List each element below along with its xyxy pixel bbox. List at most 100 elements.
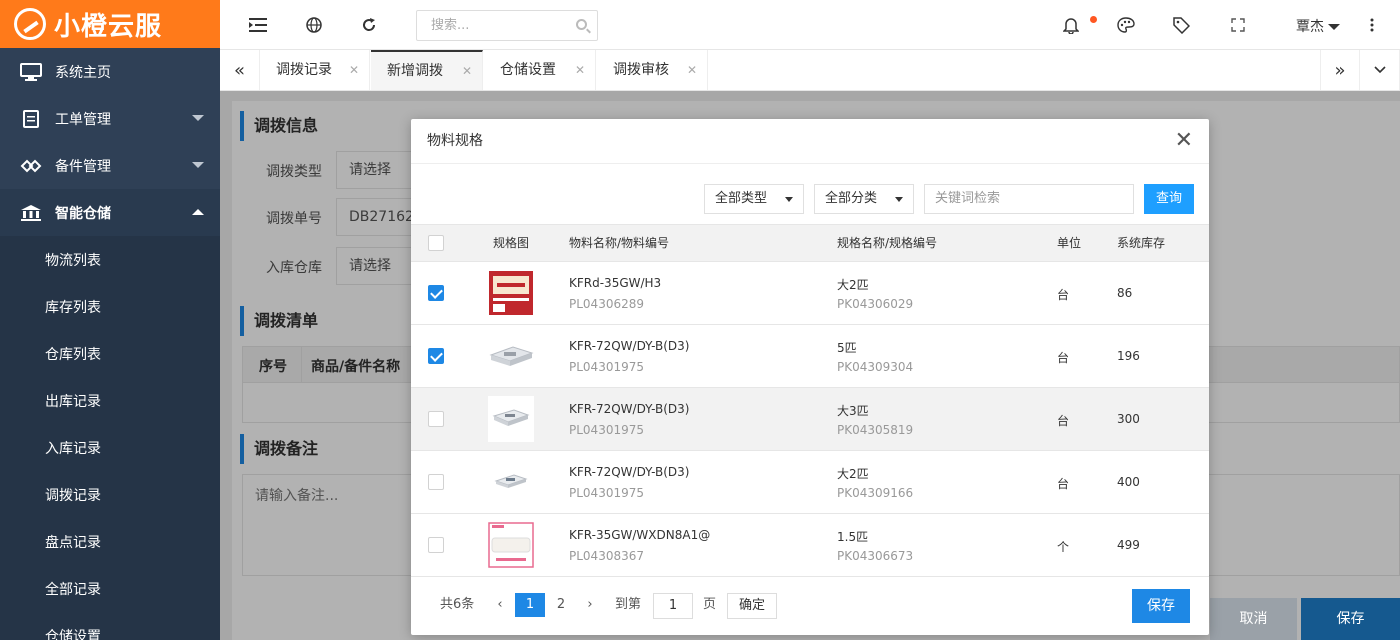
- product-image: [488, 270, 534, 316]
- subnav-item[interactable]: 调拨记录: [0, 471, 220, 518]
- sidebar: 小橙云服 系统主页 工单管理 备件管理 智能仓储 物流列表 库存列表 仓库列表 …: [0, 0, 220, 640]
- page-button[interactable]: 1: [515, 593, 545, 617]
- select-all-checkbox[interactable]: [428, 235, 444, 251]
- tab-label: 仓储设置: [500, 62, 556, 78]
- sidebar-item-label: 智能仓储: [55, 205, 111, 222]
- product-image: [488, 459, 534, 505]
- palette-icon[interactable]: [1117, 16, 1135, 34]
- row-checkbox[interactable]: [428, 285, 444, 301]
- spec-code: PK04309304: [837, 360, 914, 374]
- product-image: [488, 396, 534, 442]
- tab-new-transfer[interactable]: 新增调拨 ✕: [371, 50, 483, 90]
- subnav-item[interactable]: 仓储设置: [0, 612, 220, 640]
- spec-name: 大2匹: [837, 467, 869, 481]
- tab-scroll-left-icon[interactable]: «: [220, 50, 260, 90]
- material-code: PL04301975: [569, 360, 644, 374]
- sidebar-item-label: 系统主页: [55, 64, 111, 81]
- more-vertical-icon[interactable]: [1363, 16, 1381, 34]
- keyword-search-input[interactable]: 关键词检索: [924, 184, 1134, 214]
- spec-code: PK04305819: [837, 423, 914, 437]
- modal-save-button[interactable]: 保存: [1132, 589, 1190, 623]
- table-row[interactable]: KFRd-35GW/H3 PL04306289 大2匹 PK04306029 台…: [411, 262, 1209, 325]
- close-icon[interactable]: ✕: [349, 50, 359, 90]
- close-icon[interactable]: ✕: [462, 52, 472, 90]
- subnav-item[interactable]: 出库记录: [0, 377, 220, 424]
- page-button[interactable]: 2: [551, 593, 571, 617]
- sidebar-item-warehouse[interactable]: 智能仓储: [0, 189, 220, 236]
- spec-name: 5匹: [837, 341, 857, 355]
- spec-code: PK04309166: [837, 486, 914, 500]
- menu-toggle-icon[interactable]: [249, 16, 267, 34]
- material-code: PL04301975: [569, 423, 644, 437]
- search-icon: [576, 19, 587, 30]
- column-header: 系统库存: [1117, 236, 1166, 250]
- monitor-icon: [20, 62, 42, 81]
- close-icon[interactable]: ✕: [575, 50, 585, 90]
- row-checkbox[interactable]: [428, 348, 444, 364]
- notification-dot: [1090, 16, 1097, 23]
- subnav-item[interactable]: 盘点记录: [0, 518, 220, 565]
- brand-logo[interactable]: 小橙云服: [0, 0, 220, 48]
- material-name: KFR-72QW/DY-B(D3): [569, 339, 690, 353]
- diamond-icon: [20, 157, 42, 175]
- tag-icon[interactable]: [1172, 16, 1190, 34]
- total-count: 共6条: [440, 597, 475, 612]
- stock: 86: [1117, 286, 1133, 300]
- type-filter-select[interactable]: 全部类型: [704, 184, 804, 214]
- query-button[interactable]: 查询: [1144, 184, 1194, 214]
- modal-header: 物料规格 ✕: [411, 119, 1209, 164]
- subnav-item[interactable]: 库存列表: [0, 283, 220, 330]
- category-filter-select[interactable]: 全部分类: [814, 184, 914, 214]
- search-input[interactable]: 搜索...: [416, 10, 598, 41]
- material-name: KFR-35GW/WXDN8A1@: [569, 528, 711, 542]
- goto-confirm-button[interactable]: 确定: [727, 593, 777, 619]
- table-row[interactable]: KFR-72QW/DY-B(D3) PL04301975 5匹 PK043093…: [411, 325, 1209, 388]
- spec-name: 1.5匹: [837, 530, 869, 544]
- tab-label: 新增调拨: [387, 63, 443, 79]
- row-checkbox[interactable]: [428, 537, 444, 553]
- table-row[interactable]: KFR-35GW/WXDN8A1@ PL04308367 1.5匹 PK0430…: [411, 514, 1209, 577]
- row-checkbox[interactable]: [428, 411, 444, 427]
- unit: 台: [1057, 351, 1070, 365]
- goto-label: 到第: [615, 597, 642, 612]
- globe-icon[interactable]: [305, 16, 323, 34]
- tab-transfer-records[interactable]: 调拨记录 ✕: [260, 50, 370, 90]
- refresh-icon[interactable]: [360, 16, 378, 34]
- tab-scroll-right-icon[interactable]: »: [1320, 50, 1360, 90]
- stock: 196: [1117, 349, 1140, 363]
- material-name: KFR-72QW/DY-B(D3): [569, 465, 690, 479]
- prev-page-icon[interactable]: ‹: [495, 593, 505, 617]
- chevron-down-icon: [192, 115, 204, 121]
- bell-icon[interactable]: [1062, 16, 1080, 34]
- chevron-down-icon[interactable]: [1360, 50, 1400, 90]
- tab-transfer-review[interactable]: 调拨审核 ✕: [597, 50, 708, 90]
- sidebar-item-parts[interactable]: 备件管理: [0, 142, 220, 189]
- table-row[interactable]: KFR-72QW/DY-B(D3) PL04301975 大3匹 PK04305…: [411, 388, 1209, 451]
- stock: 400: [1117, 475, 1140, 489]
- save-page-button[interactable]: 保存: [1301, 598, 1400, 640]
- row-checkbox[interactable]: [428, 474, 444, 490]
- product-image: [488, 522, 534, 568]
- fullscreen-icon[interactable]: [1229, 16, 1247, 34]
- tab-warehouse-settings[interactable]: 仓储设置 ✕: [484, 50, 596, 90]
- subnav-item[interactable]: 物流列表: [0, 236, 220, 283]
- stock: 300: [1117, 412, 1140, 426]
- cancel-button[interactable]: 取消: [1210, 598, 1297, 640]
- subnav-item[interactable]: 全部记录: [0, 565, 220, 612]
- subnav-item[interactable]: 仓库列表: [0, 330, 220, 377]
- close-icon[interactable]: ✕: [687, 50, 697, 90]
- sidebar-item-workorder[interactable]: 工单管理: [0, 95, 220, 142]
- material-name: KFR-72QW/DY-B(D3): [569, 402, 690, 416]
- next-page-icon[interactable]: ›: [583, 593, 597, 617]
- page-number-input[interactable]: 1: [653, 593, 693, 619]
- tab-label: 调拨审核: [613, 62, 669, 78]
- caret-down-icon: [895, 197, 903, 202]
- user-menu[interactable]: 覃杰: [1296, 16, 1340, 36]
- caret-down-icon: [1328, 24, 1340, 30]
- tab-bar: « 调拨记录 ✕ 新增调拨 ✕ 仓储设置 ✕ 调拨审核 ✕ »: [220, 50, 1400, 91]
- chevron-down-icon: [192, 162, 204, 168]
- sidebar-item-home[interactable]: 系统主页: [0, 48, 220, 95]
- table-row[interactable]: KFR-72QW/DY-B(D3) PL04301975 大2匹 PK04309…: [411, 451, 1209, 514]
- subnav-item[interactable]: 入库记录: [0, 424, 220, 471]
- close-icon[interactable]: ✕: [1175, 119, 1193, 163]
